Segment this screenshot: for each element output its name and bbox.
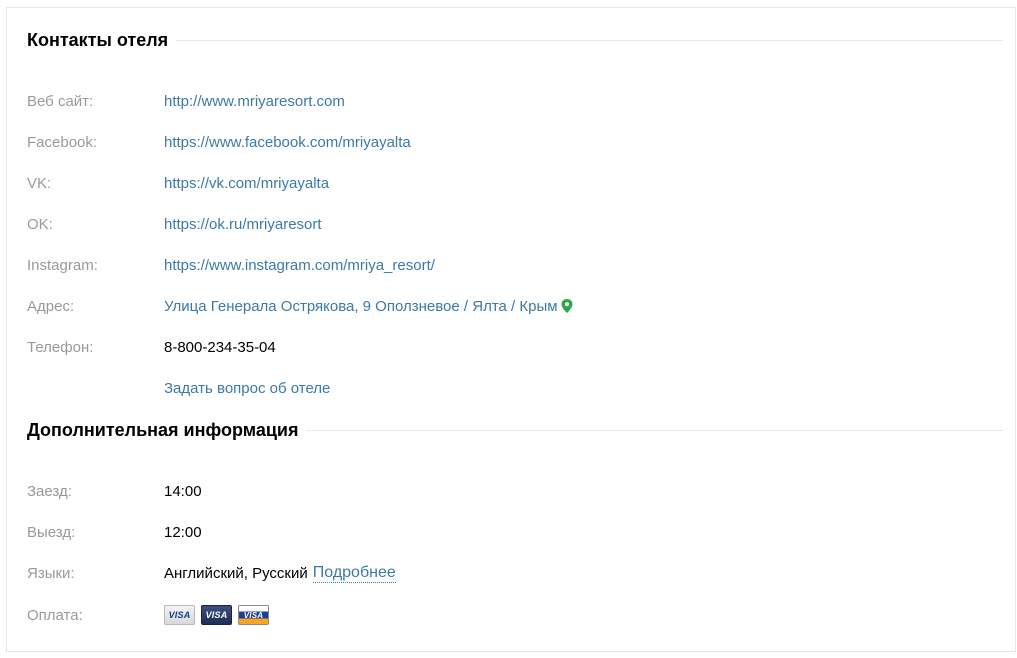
website-label: Веб сайт: (27, 92, 94, 110)
languages-label: Языки: (27, 564, 75, 582)
phone-label: Телефон: (27, 338, 94, 356)
vk-label: VK: (27, 174, 52, 192)
languages-value: Английский, Русский Подробнее (164, 564, 396, 583)
map-pin-icon[interactable] (561, 299, 573, 313)
checkin-row: Заезд: 14:00 (27, 480, 1003, 502)
address-value: Улица Генерала Острякова, 9 Оползневое /… (164, 298, 573, 315)
checkout-value: 12:00 (164, 523, 202, 541)
address-link[interactable]: Улица Генерала Острякова, 9 Оползневое /… (164, 298, 558, 315)
ask-question-row: Задать вопрос об отеле (27, 377, 1003, 399)
instagram-row: Instagram: https://www.instagram.com/mri… (27, 254, 1003, 276)
website-row: Веб сайт: http://www.mriyaresort.com (27, 90, 1003, 112)
payment-label: Оплата: (27, 606, 83, 624)
languages-more-link[interactable]: Подробнее (312, 564, 396, 583)
contacts-title: Контакты отеля (27, 30, 169, 50)
section-divider (176, 40, 1003, 41)
phone-value: 8-800-234-35-04 (164, 338, 276, 356)
hotel-info-panel: Контакты отеля Веб сайт: http://www.mriy… (6, 7, 1016, 652)
payment-cards: VISA VISA VISA (164, 605, 269, 625)
vk-row: VK: https://vk.com/mriyayalta (27, 172, 1003, 194)
facebook-label: Facebook: (27, 133, 98, 151)
ok-row: OK: https://ok.ru/mriyaresort (27, 213, 1003, 235)
checkin-value: 14:00 (164, 482, 202, 500)
extra-info-title: Дополнительная информация (27, 420, 299, 440)
vk-link[interactable]: https://vk.com/mriyayalta (164, 175, 329, 192)
section-divider (306, 430, 1003, 431)
facebook-row: Facebook: https://www.facebook.com/mriya… (27, 131, 1003, 153)
languages-text: Английский, Русский (164, 564, 308, 582)
website-link[interactable]: http://www.mriyaresort.com (164, 93, 345, 110)
instagram-link[interactable]: https://www.instagram.com/mriya_resort/ (164, 257, 435, 274)
address-label: Адрес: (27, 297, 75, 315)
payment-row: Оплата: VISA VISA VISA (27, 604, 1003, 626)
address-row: Адрес: Улица Генерала Острякова, 9 Ополз… (27, 295, 1003, 317)
languages-row: Языки: Английский, Русский Подробнее (27, 562, 1003, 584)
ok-link[interactable]: https://ok.ru/mriyaresort (164, 216, 322, 233)
checkin-label: Заезд: (27, 482, 72, 500)
visa-gold-card-icon: VISA (238, 605, 269, 625)
ask-question-link[interactable]: Задать вопрос об отеле (164, 380, 330, 397)
checkout-row: Выезд: 12:00 (27, 521, 1003, 543)
instagram-label: Instagram: (27, 256, 98, 274)
visa-card-icon: VISA (164, 605, 195, 625)
contacts-section-header: Контакты отеля (27, 30, 1003, 51)
ok-label: OK: (27, 215, 53, 233)
facebook-link[interactable]: https://www.facebook.com/mriyayalta (164, 134, 411, 151)
extra-section-header: Дополнительная информация (27, 420, 1003, 441)
phone-row: Телефон: 8-800-234-35-04 (27, 336, 1003, 358)
visa-electron-card-icon: VISA (201, 605, 232, 625)
checkout-label: Выезд: (27, 523, 76, 541)
